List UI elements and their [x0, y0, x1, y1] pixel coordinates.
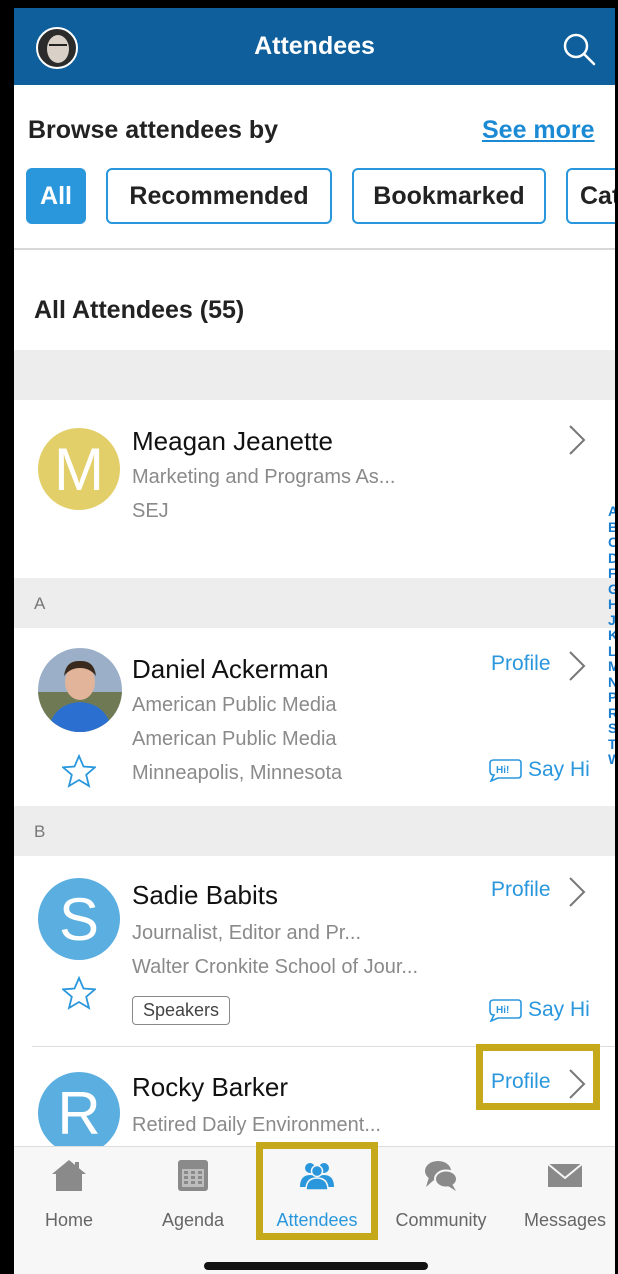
- index-letter[interactable]: K: [608, 627, 615, 644]
- index-letter[interactable]: P: [608, 689, 615, 706]
- attendee-title: Marketing and Programs As...: [132, 466, 396, 488]
- attendee-title: Journalist, Editor and Pr...: [132, 922, 362, 944]
- speakers-badge: Speakers: [132, 996, 231, 1025]
- attendee-title: American Public Media: [132, 694, 337, 716]
- index-letter[interactable]: A: [608, 503, 615, 520]
- attendee-org: SEJ: [132, 500, 169, 522]
- index-letter[interactable]: W: [608, 751, 615, 768]
- attendee-row[interactable]: Daniel Ackerman American Public Media Am…: [14, 628, 615, 806]
- browse-label: Browse attendees by: [28, 116, 279, 144]
- attendee-location: Minneapolis, Minnesota: [132, 762, 343, 784]
- section-header-b: B: [14, 806, 615, 856]
- attendee-photo: [38, 648, 122, 732]
- tab-label: Agenda: [161, 1210, 225, 1230]
- profile-link[interactable]: Profile: [491, 652, 551, 676]
- divider: [14, 248, 615, 250]
- home-indicator: [204, 1262, 428, 1270]
- tab-label: Community: [395, 1210, 487, 1230]
- tab-messages[interactable]: Messages: [510, 1157, 615, 1231]
- say-hi-button[interactable]: Hi! Say Hi: [488, 758, 590, 782]
- page-title: Attendees: [254, 32, 375, 60]
- profile-link[interactable]: Profile: [491, 878, 551, 902]
- profile-highlight-box: [476, 1044, 600, 1110]
- chevron-right-icon[interactable]: [568, 424, 586, 456]
- index-letter[interactable]: J: [608, 612, 615, 629]
- attendee-name: Sadie Babits: [132, 880, 278, 910]
- index-letter[interactable]: R: [608, 705, 615, 722]
- tab-label: Home: [44, 1210, 93, 1230]
- index-letter[interactable]: T: [608, 736, 615, 753]
- svg-text:Hi!: Hi!: [496, 765, 509, 776]
- say-hi-label: Say Hi: [528, 998, 590, 1021]
- tab-community[interactable]: Community: [386, 1157, 496, 1231]
- chevron-right-icon[interactable]: [568, 876, 586, 908]
- attendee-name: Daniel Ackerman: [132, 654, 329, 684]
- index-letter[interactable]: M: [608, 658, 615, 675]
- avatar: S: [38, 878, 120, 960]
- list-title: All Attendees (55): [34, 296, 245, 324]
- star-icon[interactable]: [62, 976, 96, 1010]
- attendee-org: Walter Cronkite School of Jour...: [132, 956, 419, 978]
- chip-bookmarked[interactable]: Bookmarked: [352, 168, 546, 224]
- hi-bubble-icon: Hi!: [489, 759, 522, 782]
- featured-attendee-row[interactable]: M Meagan Jeanette Marketing and Programs…: [14, 400, 615, 578]
- attendee-name: Meagan Jeanette: [132, 426, 333, 456]
- chip-recommended[interactable]: Recommended: [106, 168, 332, 224]
- index-letter[interactable]: H: [608, 596, 615, 613]
- attendee-row[interactable]: S Sadie Babits Journalist, Editor and Pr…: [14, 856, 615, 1046]
- avatar: R: [38, 1072, 120, 1146]
- index-letter[interactable]: L: [608, 643, 615, 660]
- see-more-link[interactable]: See more: [482, 116, 595, 145]
- svg-text:Hi!: Hi!: [496, 1005, 509, 1016]
- search-icon[interactable]: [560, 30, 598, 68]
- say-hi-label: Say Hi: [528, 758, 590, 781]
- chevron-right-icon[interactable]: [568, 650, 586, 682]
- section-letter: B: [34, 822, 46, 841]
- avatar: M: [38, 428, 120, 510]
- home-icon: [52, 1160, 86, 1191]
- index-letter[interactable]: N: [608, 674, 615, 691]
- tab-label: Messages: [523, 1210, 607, 1230]
- index-letter[interactable]: F: [608, 565, 615, 582]
- envelope-icon: [547, 1163, 583, 1187]
- section-header-a: A: [14, 578, 615, 628]
- attendees-tab-highlight-box: [256, 1142, 378, 1240]
- alphabet-index[interactable]: ABCDFGHJKLMNPRSTW: [608, 503, 615, 768]
- chat-icon: [425, 1161, 458, 1191]
- calendar-icon: [178, 1160, 208, 1191]
- index-letter[interactable]: G: [608, 581, 615, 598]
- star-icon[interactable]: [62, 754, 96, 788]
- tab-agenda[interactable]: Agenda: [138, 1157, 248, 1231]
- attendee-org: American Public Media: [132, 728, 337, 750]
- index-letter[interactable]: S: [608, 720, 615, 737]
- app-screen: Attendees Browse attendees by See more A…: [14, 8, 615, 1274]
- say-hi-button[interactable]: Hi! Say Hi: [488, 998, 590, 1022]
- tab-home[interactable]: Home: [14, 1157, 124, 1231]
- attendee-name: Rocky Barker: [132, 1072, 289, 1102]
- section-letter: A: [34, 594, 46, 613]
- spacer-band: [14, 350, 615, 400]
- chip-all[interactable]: All: [26, 168, 86, 224]
- chip-categories[interactable]: Cat: [566, 168, 615, 224]
- index-letter[interactable]: B: [608, 519, 615, 536]
- attendee-title: Retired Daily Environment...: [132, 1114, 381, 1136]
- index-letter[interactable]: D: [608, 550, 615, 567]
- hi-bubble-icon: Hi!: [489, 999, 522, 1022]
- index-letter[interactable]: C: [608, 534, 615, 551]
- top-bar: Attendees: [14, 8, 615, 85]
